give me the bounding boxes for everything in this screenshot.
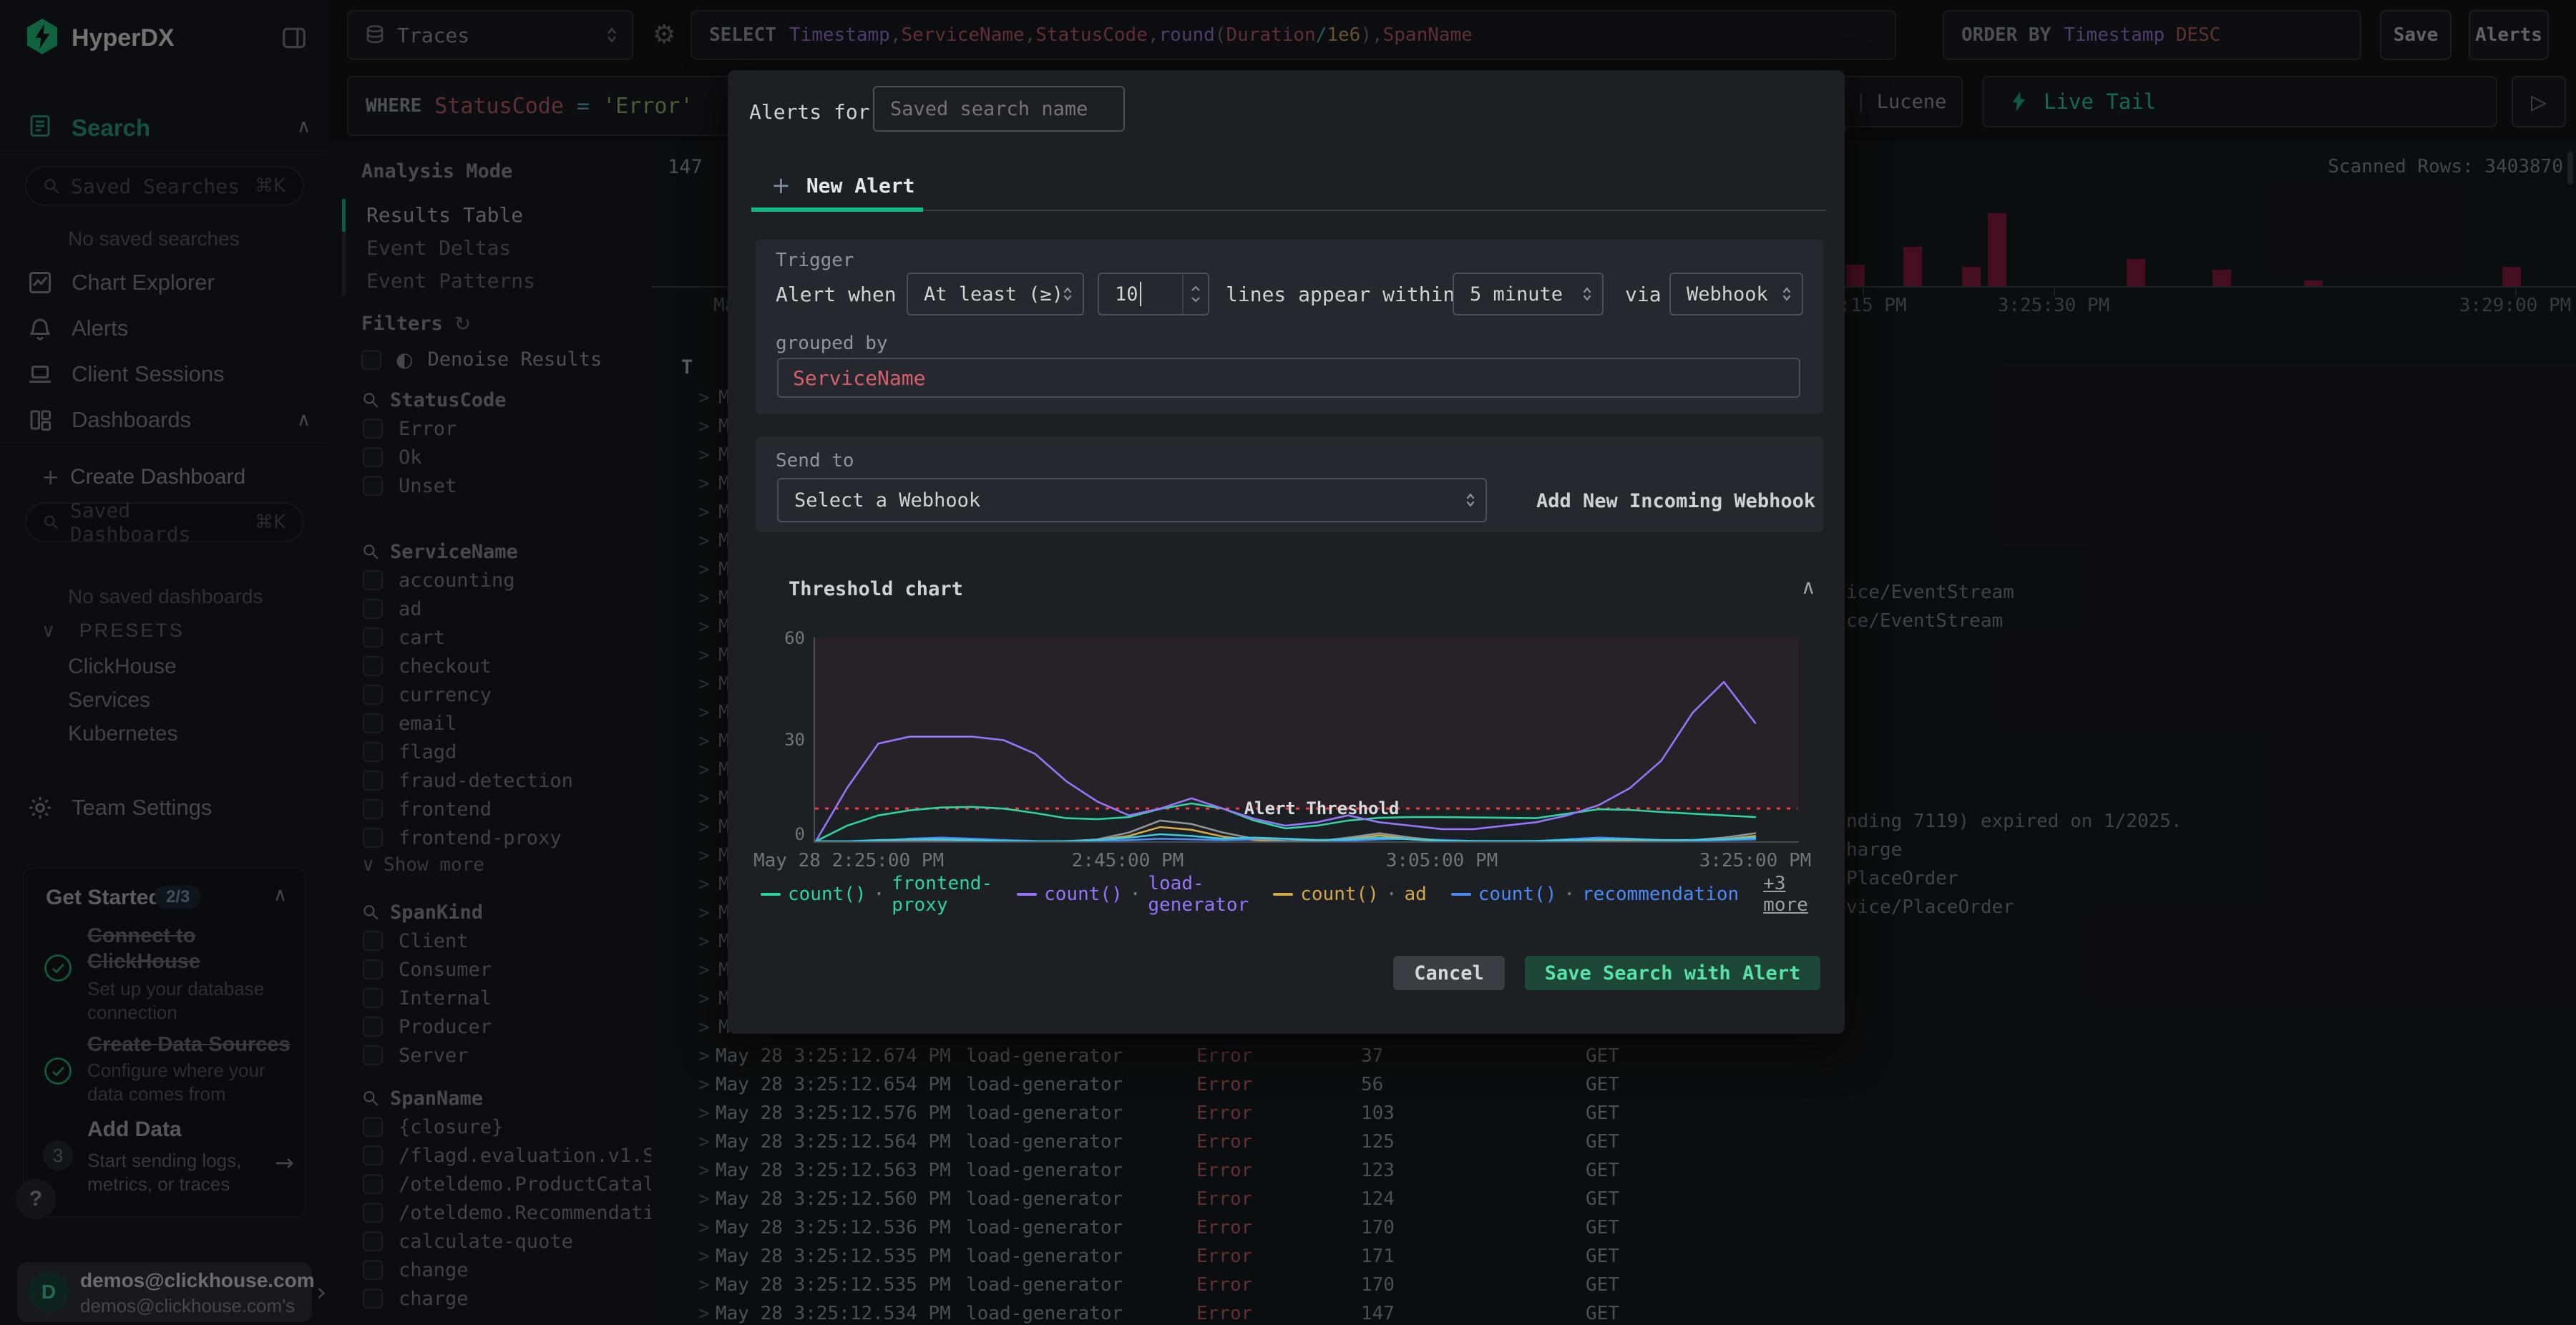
trigger-label: Trigger	[776, 250, 854, 271]
chevron-down-icon[interactable]	[1190, 294, 1201, 304]
chevron-updown-icon	[1583, 287, 1591, 301]
alert-when-label: Alert when	[776, 283, 897, 306]
number-spinner[interactable]	[1182, 274, 1208, 314]
legend-more-button[interactable]: +3 more	[1763, 873, 1820, 916]
legend-swatch	[1450, 893, 1471, 896]
saved-search-name-input[interactable]	[873, 86, 1125, 132]
window-select[interactable]: 5 minute	[1453, 273, 1604, 316]
via-label: via	[1625, 283, 1662, 306]
legend-item[interactable]: count() · ad	[1273, 884, 1427, 905]
y-axis-line	[814, 637, 815, 843]
trigger-panel: Trigger Alert when At least (≥) 10 lines…	[756, 240, 1823, 414]
alert-modal: Alerts for + New Alert Trigger Alert whe…	[728, 70, 1845, 1034]
chevron-updown-icon	[1466, 493, 1475, 507]
chevron-updown-icon	[1782, 287, 1791, 301]
chevron-up-icon[interactable]	[1190, 284, 1201, 294]
threshold-number-input[interactable]: 10	[1098, 273, 1209, 316]
modal-title: Alerts for	[749, 100, 870, 124]
threshold-x-label: May 28 2:25:00 PM	[753, 850, 945, 871]
lines-appear-label: lines appear within	[1226, 283, 1455, 306]
grouped-by-label: grouped by	[776, 333, 888, 354]
save-search-with-alert-button[interactable]: Save Search with Alert	[1525, 956, 1820, 990]
app-root: HyperDX Search ∧ Saved Searches ⌘K No sa…	[0, 0, 2576, 1325]
legend-swatch	[1017, 893, 1038, 896]
threshold-x-label: 2:45:00 PM	[1071, 850, 1184, 871]
condition-select[interactable]: At least (≥)	[907, 273, 1084, 316]
plus-icon: +	[771, 172, 791, 199]
send-to-panel: Send to Select a Webhook Add New Incomin…	[756, 437, 1823, 532]
y-tick-60: 60	[784, 628, 805, 648]
channel-select[interactable]: Webhook	[1669, 273, 1803, 316]
alert-threshold-label: Alert Threshold	[1244, 798, 1400, 818]
threshold-x-label: 3:05:00 PM	[1385, 850, 1498, 871]
legend-swatch	[1273, 893, 1294, 896]
x-axis-line	[814, 841, 1799, 843]
grouped-by-input[interactable]: ServiceName	[777, 358, 1800, 398]
add-webhook-button[interactable]: Add New Incoming Webhook	[1536, 490, 1815, 512]
text-cursor	[1139, 282, 1141, 306]
y-tick-30: 30	[784, 730, 805, 750]
send-to-label: Send to	[776, 450, 854, 471]
collapse-chart-chevron-up-icon[interactable]: ∧	[1801, 575, 1816, 599]
y-tick-0: 0	[794, 824, 805, 844]
legend-item[interactable]: count() · frontend-proxy	[761, 873, 992, 916]
legend-item[interactable]: count() · recommendation	[1450, 884, 1739, 905]
threshold-x-label: 3:25:00 PM	[1699, 850, 1812, 871]
legend-item[interactable]: count() · load-generator	[1017, 873, 1249, 916]
chevron-updown-icon	[1063, 287, 1072, 301]
webhook-select[interactable]: Select a Webhook	[777, 478, 1487, 522]
cancel-button[interactable]: Cancel	[1393, 956, 1505, 990]
chart-legend: count() · frontend-proxy count() · load-gener…	[761, 873, 1820, 916]
tab-new-alert[interactable]: + New Alert	[771, 172, 915, 199]
legend-swatch	[761, 893, 781, 896]
threshold-chart-label: Threshold chart	[789, 578, 963, 600]
threshold-chart: Alert Threshold	[814, 637, 1799, 843]
tab-underline-active	[751, 207, 923, 212]
